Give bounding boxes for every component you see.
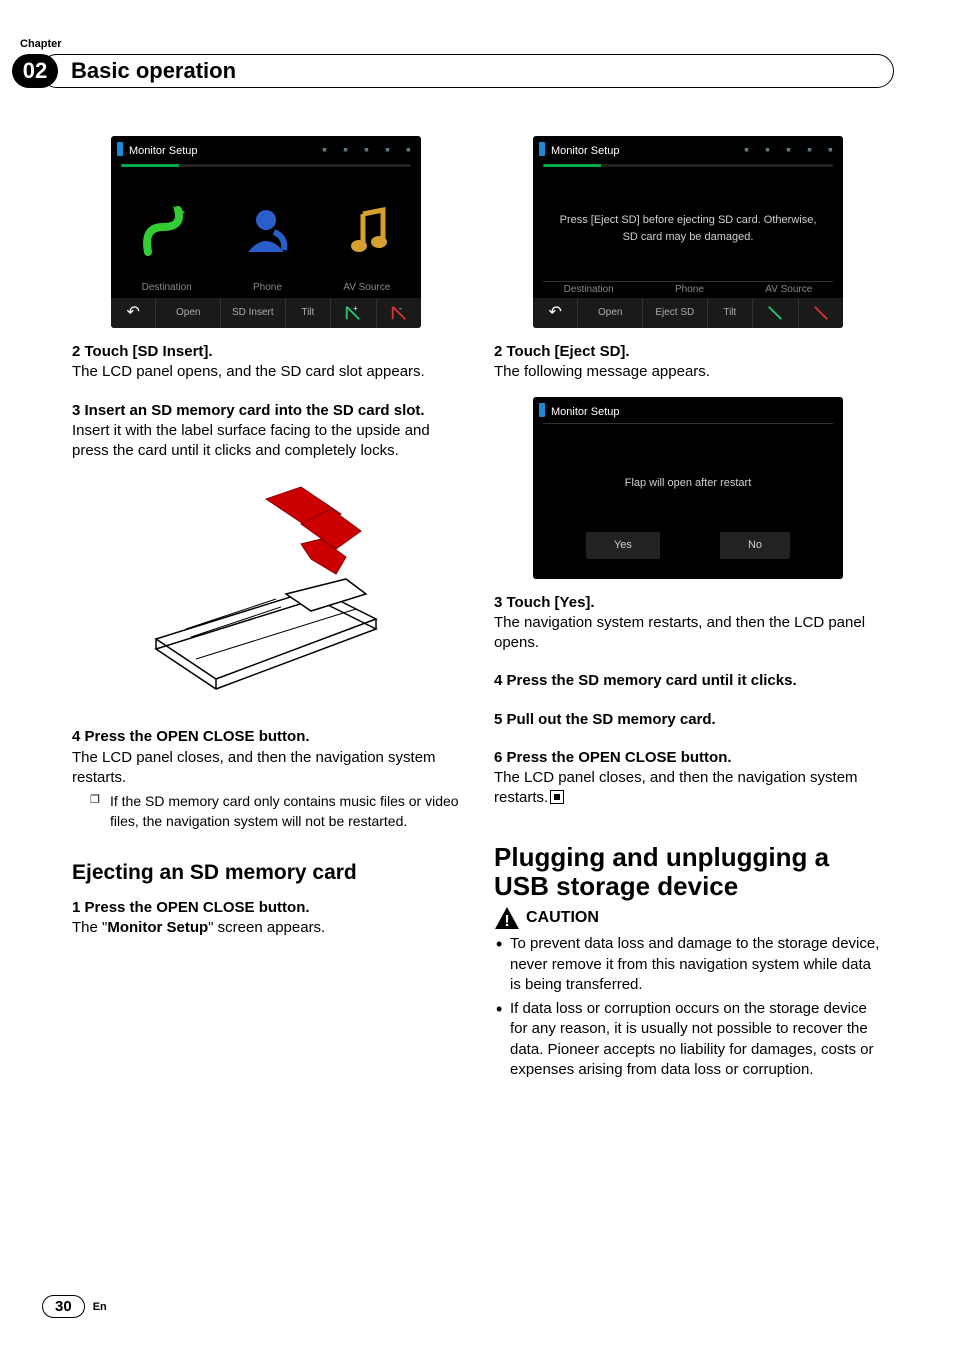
chapter-number-badge: 02 — [12, 54, 58, 88]
tab-icon: ▪ — [364, 140, 369, 159]
tab-icon: ▪ — [807, 140, 812, 159]
step-heading: 3 Insert an SD memory card into the SD c… — [72, 401, 460, 421]
step-heading: 2 Touch [SD Insert]. — [72, 342, 460, 362]
page-footer: 30 En — [42, 1295, 107, 1318]
restart-message: Flap will open after restart — [549, 474, 828, 491]
sd-insert-button[interactable]: SD Insert — [221, 298, 286, 328]
bright-up-button[interactable] — [799, 298, 843, 328]
chapter-label: Chapter — [20, 38, 62, 50]
bright-down-button[interactable]: + — [331, 298, 376, 328]
step-body: The "Monitor Setup" screen appears. — [72, 918, 460, 938]
yes-button[interactable]: Yes — [586, 532, 660, 559]
screenshot-title: Monitor Setup — [551, 405, 619, 420]
sd-insert-illustration — [136, 479, 396, 709]
tab-icons-row: ▪ ▪ ▪ ▪ ▪ — [322, 140, 411, 159]
svg-text:+: + — [353, 304, 358, 313]
music-icon — [334, 197, 404, 267]
tab-icon: ▪ — [322, 140, 327, 159]
no-button[interactable]: No — [720, 532, 790, 559]
step-heading: 5 Pull out the SD memory card. — [494, 710, 882, 730]
eject-warning-message: Press [Eject SD] before ejecting SD card… — [549, 212, 828, 245]
step-heading: 4 Press the SD memory card until it clic… — [494, 671, 882, 691]
tab-icon: ▪ — [406, 140, 411, 159]
end-section-icon — [550, 790, 564, 804]
marker-icon — [117, 142, 123, 156]
marker-icon — [539, 142, 545, 156]
left-column: Monitor Setup ▪ ▪ ▪ ▪ ▪ — [72, 130, 460, 1272]
progress-line — [121, 164, 411, 167]
step-heading: 2 Touch [Eject SD]. — [494, 342, 882, 362]
monitor-setup-screenshot-icons: Monitor Setup ▪ ▪ ▪ ▪ ▪ — [111, 136, 421, 328]
label-destination: Destination — [564, 283, 614, 297]
screenshot-title: Monitor Setup — [129, 144, 197, 159]
page-number: 30 — [42, 1295, 85, 1318]
svg-text:!: ! — [504, 913, 509, 930]
chapter-title-bar: Basic operation — [40, 54, 894, 88]
back-button[interactable]: ↶ — [111, 298, 156, 328]
tilt-button[interactable]: Tilt — [286, 298, 331, 328]
bright-up-button[interactable]: - — [377, 298, 421, 328]
caution-label: CAUTION — [526, 907, 599, 929]
marker-icon — [539, 403, 545, 417]
progress-line — [543, 164, 833, 167]
screenshot-title: Monitor Setup — [551, 144, 619, 159]
page-language: En — [93, 1301, 107, 1313]
monitor-setup-screenshot-eject: Monitor Setup ▪ ▪ ▪ ▪ ▪ Press [Eject SD]… — [533, 136, 843, 328]
section-heading: Ejecting an SD memory card — [72, 859, 460, 887]
note-item: If the SD memory card only contains musi… — [110, 792, 460, 831]
section-heading-large: Plugging and unplugging a USB storage de… — [494, 843, 882, 903]
phone-icon — [231, 197, 301, 267]
tab-icon: ▪ — [744, 140, 749, 159]
tab-icon: ▪ — [786, 140, 791, 159]
tab-icon: ▪ — [828, 140, 833, 159]
step-body: The LCD panel closes, and then the navig… — [494, 768, 882, 809]
destination-icon — [128, 197, 198, 267]
tab-icon: ▪ — [385, 140, 390, 159]
step-heading: 1 Press the OPEN CLOSE button. — [72, 898, 460, 918]
step-heading: 3 Touch [Yes]. — [494, 593, 882, 613]
step-body: The LCD panel closes, and then the navig… — [72, 748, 460, 789]
right-column: Monitor Setup ▪ ▪ ▪ ▪ ▪ Press [Eject SD]… — [494, 130, 882, 1272]
svg-text:-: - — [399, 304, 402, 313]
tilt-button[interactable]: Tilt — [708, 298, 753, 328]
eject-sd-button[interactable]: Eject SD — [643, 298, 708, 328]
tab-icon: ▪ — [343, 140, 348, 159]
label-destination: Destination — [142, 281, 192, 295]
back-button[interactable]: ↶ — [533, 298, 578, 328]
tab-icons-row: ▪ ▪ ▪ ▪ ▪ — [744, 140, 833, 159]
caution-row: ! CAUTION — [494, 906, 882, 930]
open-button[interactable]: Open — [156, 298, 221, 328]
caution-bullet: To prevent data loss and damage to the s… — [510, 934, 882, 995]
bright-down-button[interactable] — [753, 298, 798, 328]
separator — [543, 423, 833, 424]
step-heading: 6 Press the OPEN CLOSE button. — [494, 748, 882, 768]
step-body: Insert it with the label surface facing … — [72, 421, 460, 462]
tab-icon: ▪ — [765, 140, 770, 159]
open-button[interactable]: Open — [578, 298, 643, 328]
label-phone: Phone — [675, 283, 704, 297]
label-av-source: AV Source — [765, 283, 812, 297]
warning-icon: ! — [494, 906, 520, 930]
monitor-setup-screenshot-confirm: Monitor Setup Flap will open after resta… — [533, 397, 843, 579]
step-body: The LCD panel opens, and the SD card slo… — [72, 362, 460, 382]
label-av-source: AV Source — [343, 281, 390, 295]
step-body: The navigation system restarts, and then… — [494, 613, 882, 654]
label-phone: Phone — [253, 281, 282, 295]
step-heading: 4 Press the OPEN CLOSE button. — [72, 727, 460, 747]
caution-bullet: If data loss or corruption occurs on the… — [510, 999, 882, 1080]
step-body: The following message appears. — [494, 362, 882, 382]
chapter-title: Basic operation — [71, 58, 236, 84]
